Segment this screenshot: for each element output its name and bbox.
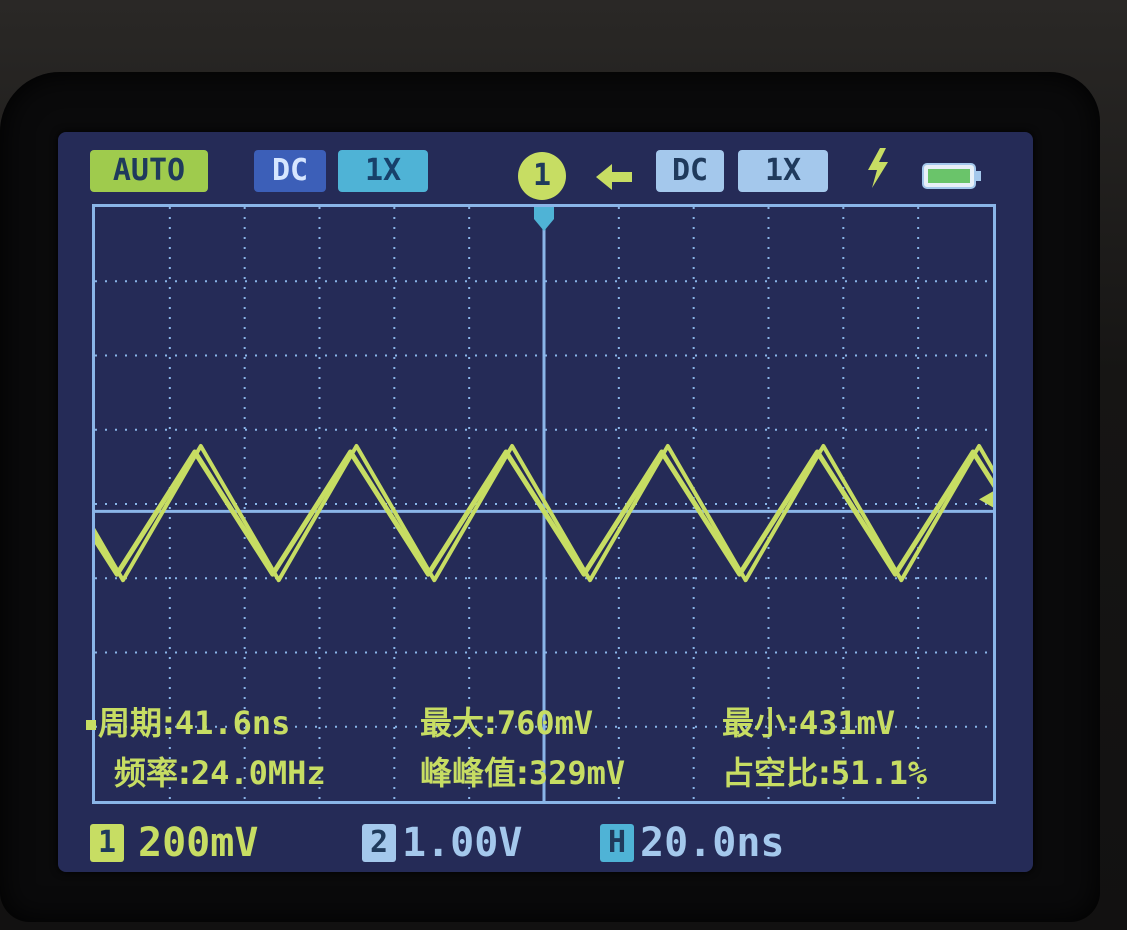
period-value: 41.6ns [174,704,291,742]
min-label: 最小: [722,704,799,742]
time-badge[interactable]: H [600,824,634,862]
trigger-level-marker[interactable] [979,491,993,508]
scale-bar: 1 200mV 2 1.00V H 20.0ns [86,820,1016,866]
ch1-probe-chip[interactable]: 1X [338,150,428,192]
period-icon [86,720,96,730]
ch2-scale[interactable]: 1.00V [402,820,522,866]
min-value: 431mV [798,704,896,742]
arrow-left-icon [596,164,632,190]
frequency-measurement: 频率:24.0MHz [114,748,326,794]
ch1-badge[interactable]: 1 [90,824,124,862]
pkpk-label: 峰峰值: [420,754,529,792]
max-measurement: 最大:760mV [420,698,593,744]
min-measurement: 最小:431mV [722,698,895,744]
duty-measurement: 占空比:51.1% [722,748,927,794]
ch2-badge[interactable]: 2 [362,824,396,862]
ch2-coupling-chip[interactable]: DC [656,150,724,192]
battery-icon [922,163,981,189]
time-scale[interactable]: 20.0ns [640,820,785,866]
period-label: 周期: [98,704,175,742]
pkpk-value: 329mV [528,754,626,792]
frequency-value: 24.0MHz [190,754,326,792]
duty-value: 51.1% [830,754,928,792]
trigger-mode-chip[interactable]: AUTO [90,150,208,192]
oscilloscope-screen: AUTO DC 1X 1 DC 1X 周期:41.6ns 频率:24.0MHz … [58,132,1033,872]
ch2-probe-chip[interactable]: 1X [738,150,828,192]
pkpk-measurement: 峰峰值:329mV [420,748,625,794]
ch1-scale[interactable]: 200mV [138,820,258,866]
trigger-channel-indicator[interactable]: 1 [518,152,566,200]
bolt-icon [868,148,888,188]
ch1-coupling-chip[interactable]: DC [254,150,326,192]
max-label: 最大: [420,704,497,742]
oscilloscope-device: AUTO DC 1X 1 DC 1X 周期:41.6ns 频率:24.0MHz … [0,0,1127,930]
max-value: 760mV [496,704,594,742]
frequency-label: 频率: [114,754,191,792]
period-measurement: 周期:41.6ns [86,698,290,744]
trigger-position-marker[interactable] [534,207,554,231]
duty-label: 占空比: [722,754,831,792]
